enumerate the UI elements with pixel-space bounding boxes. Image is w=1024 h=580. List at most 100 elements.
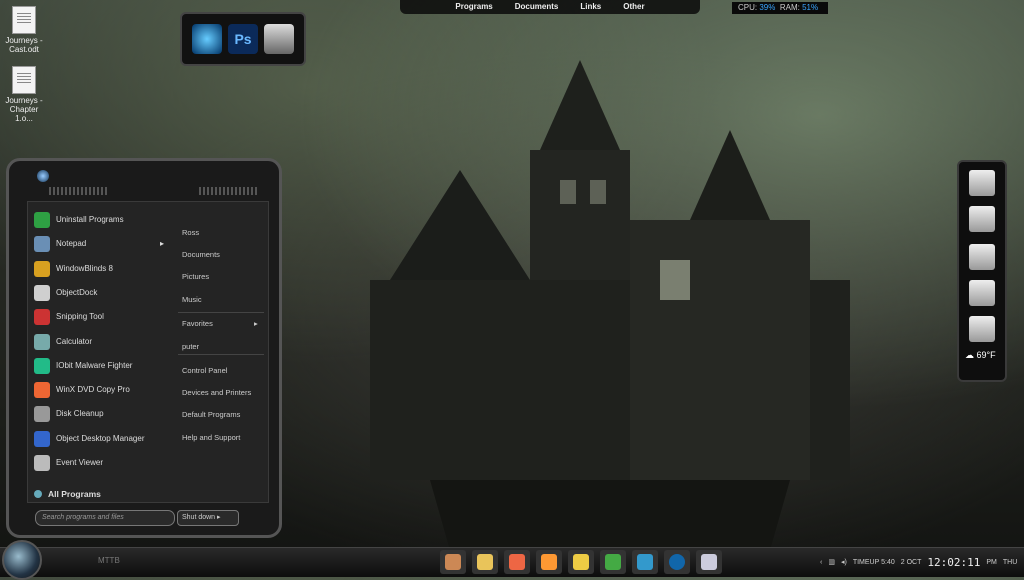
folder-icon: [477, 554, 493, 570]
quick-launcher: Ps: [180, 12, 306, 66]
weather-temp: 69°F: [976, 350, 996, 360]
clock-day: THU: [1002, 558, 1018, 566]
taskbar-app-tools[interactable]: [568, 550, 594, 574]
spreadsheet-icon: [605, 554, 621, 570]
start-menu-orb-icon: [37, 170, 49, 182]
volume-icon[interactable]: ◂): [841, 558, 847, 566]
program-item[interactable]: WindowBlinds 8: [34, 259, 164, 279]
taskbar-app-writer[interactable]: [632, 550, 658, 574]
program-label: Object Desktop Manager: [56, 433, 145, 443]
desktop-icon-cast[interactable]: Journeys - Cast.odt: [4, 6, 44, 54]
calculator-icon: [34, 333, 50, 350]
shutdown-label: Shut down: [182, 514, 216, 521]
shutdown-button[interactable]: Shut down ▸: [177, 510, 239, 526]
program-item[interactable]: Calculator: [34, 332, 164, 352]
grille-decoration: [199, 187, 259, 195]
clock-suffix: PM: [986, 558, 997, 566]
taskbar-app-paint[interactable]: [536, 550, 562, 574]
document-icon: [12, 6, 36, 34]
program-label: WinX DVD Copy Pro: [56, 385, 130, 395]
timer-widget[interactable]: TIMEUP 5:40: [853, 559, 895, 566]
system-tray: ‹ ▥ ◂) TIMEUP 5:40 2 OCT 12:02:11 PM THU: [820, 552, 1017, 572]
start-button[interactable]: [2, 540, 42, 580]
event-viewer-icon: [34, 455, 50, 471]
camera-icon[interactable]: [969, 316, 995, 342]
place-item[interactable]: Pictures: [182, 272, 209, 281]
program-item[interactable]: IObit Malware Fighter: [34, 356, 164, 376]
program-item[interactable]: Disk Cleanup: [34, 404, 164, 424]
start-menu-panel: Uninstall Programs Notepad ▸ WindowBlinds 8…: [27, 201, 269, 503]
desktop-icon-chapter[interactable]: Journeys - Chapter 1.o...: [4, 66, 44, 123]
desktop-icon-label-2: Chapter 1.o...: [9, 105, 39, 123]
desktop-icon-label-1: Journeys -: [5, 36, 43, 45]
search-input[interactable]: Search programs and files: [35, 510, 175, 526]
uninstaller-icon[interactable]: [264, 24, 294, 54]
date-day: 2: [900, 558, 905, 566]
program-item[interactable]: Snipping Tool: [34, 307, 164, 327]
submenu-arrow-icon: ▸: [159, 239, 164, 249]
program-item[interactable]: ObjectDock: [34, 283, 164, 303]
menu-links[interactable]: Links: [580, 0, 601, 14]
desktop-icon-label-2: Cast.odt: [9, 45, 39, 54]
tray-chevron-icon[interactable]: ‹: [820, 559, 822, 566]
ram-label: RAM:: [779, 3, 800, 12]
program-item[interactable]: Notepad ▸: [34, 234, 164, 254]
menu-programs[interactable]: Programs: [455, 0, 492, 14]
menu-documents[interactable]: Documents: [515, 0, 559, 14]
place-item[interactable]: Documents: [182, 250, 220, 259]
taskbar-title: MTTB: [98, 556, 120, 565]
calculator-icon[interactable]: [969, 206, 995, 232]
notepad-icon[interactable]: [969, 280, 995, 306]
winx-dvd-icon: [34, 382, 50, 399]
program-label: IObit Malware Fighter: [56, 360, 133, 370]
start-menu: Uninstall Programs Notepad ▸ WindowBlinds 8…: [6, 158, 282, 538]
taskbar: MTTB ‹ ▥ ◂) TIMEUP 5:40 2 OCT 12:02:11 P…: [0, 540, 1024, 580]
program-item[interactable]: Object Desktop Manager: [34, 429, 164, 449]
place-item[interactable]: puter: [182, 342, 199, 351]
phone-icon[interactable]: [969, 244, 995, 270]
timer-value: 5:40: [881, 558, 895, 566]
desktop-icon-label-1: Journeys -: [5, 96, 43, 105]
pen-icon: [701, 554, 717, 570]
menu-separator: [178, 312, 264, 313]
program-item[interactable]: WinX DVD Copy Pro: [34, 380, 164, 400]
tools-icon: [573, 554, 589, 570]
taskbar-app-explorer[interactable]: [472, 550, 498, 574]
program-item[interactable]: Uninstall Programs: [34, 210, 164, 230]
all-programs-button[interactable]: All Programs: [34, 484, 164, 504]
browser-launch-icon[interactable]: [192, 24, 222, 54]
chevron-right-icon[interactable]: ▸: [217, 514, 221, 521]
notepad-icon: [34, 236, 50, 253]
monitor-icon[interactable]: [969, 170, 995, 196]
submenu-arrow-icon: ▸: [254, 319, 258, 328]
date-month: OCT: [906, 558, 922, 566]
network-icon[interactable]: ▥: [828, 558, 835, 566]
program-label: Event Viewer: [56, 458, 103, 467]
snipping-tool-icon: [34, 309, 50, 326]
place-item[interactable]: Control Panel: [182, 366, 227, 375]
haunted-house-wallpaper: [370, 60, 850, 550]
weather-widget[interactable]: ☁ 69°F: [965, 350, 996, 361]
place-item[interactable]: Devices and Printers: [182, 388, 251, 397]
windowblinds-icon: [34, 260, 50, 277]
objectdock-icon: [34, 284, 50, 301]
place-item[interactable]: Favorites: [182, 319, 213, 328]
document-icon: [637, 554, 653, 570]
grille-decoration: [49, 187, 109, 195]
place-item[interactable]: Ross: [182, 228, 199, 237]
object-desktop-icon: [34, 430, 50, 447]
menu-other[interactable]: Other: [623, 0, 644, 14]
taskbar-app-spreadsheet[interactable]: [600, 550, 626, 574]
disk-cleanup-icon: [34, 406, 50, 423]
taskbar-app-edit[interactable]: [696, 550, 722, 574]
place-item[interactable]: Help and Support: [182, 433, 240, 442]
taskbar-app-media[interactable]: [504, 550, 530, 574]
program-label: Uninstall Programs: [56, 215, 124, 224]
place-item[interactable]: Default Programs: [182, 410, 240, 419]
taskbar-app-feather[interactable]: [440, 550, 466, 574]
place-item[interactable]: Music: [182, 295, 202, 304]
taskbar-app-browser[interactable]: [664, 550, 690, 574]
program-item[interactable]: Event Viewer: [34, 453, 164, 473]
clock[interactable]: 12:02:11: [927, 556, 980, 569]
photoshop-icon[interactable]: Ps: [228, 24, 258, 54]
